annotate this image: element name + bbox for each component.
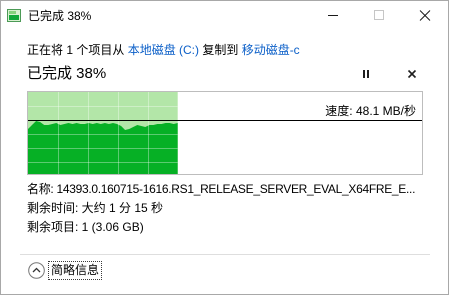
fewer-details-button[interactable]: 简略信息 <box>27 259 111 283</box>
maximize-icon <box>374 10 384 20</box>
minimize-icon <box>328 15 338 16</box>
file-name: 名称: 14393.0.160715-1616.RS1_RELEASE_SERV… <box>27 182 416 196</box>
footer-divider <box>20 254 430 255</box>
pause-button[interactable] <box>355 63 377 85</box>
speed-history-area <box>28 121 178 174</box>
operation-prefix: 正在将 1 个项目从 <box>27 43 128 57</box>
close-button[interactable] <box>402 1 448 31</box>
copy-progress-dialog: 已完成 38% 正在将 1 个项目从 本地磁盘 (C:) 复制到 移动磁盘-c … <box>0 0 449 295</box>
progress-label: 已完成 38% <box>27 65 107 82</box>
operation-connector: 复制到 <box>199 43 242 57</box>
destination-link[interactable]: 移动磁盘-c <box>242 43 300 57</box>
cancel-icon <box>407 69 417 79</box>
items-remaining: 剩余项目: 1 (3.06 GB) <box>27 220 144 234</box>
operation-description: 正在将 1 个项目从 本地磁盘 (C:) 复制到 移动磁盘-c <box>27 42 300 58</box>
time-remaining: 剩余时间: 大约 1 分 15 秒 <box>27 201 164 215</box>
cancel-button[interactable] <box>401 63 423 85</box>
speed-graph: 速度: 48.1 MB/秒 <box>27 91 423 175</box>
close-icon <box>419 10 431 21</box>
minimize-button[interactable] <box>310 1 356 31</box>
fewer-details-label: 简略信息 <box>48 261 103 280</box>
pause-icon <box>363 70 369 78</box>
source-link[interactable]: 本地磁盘 (C:) <box>128 43 199 57</box>
window-title: 已完成 38% <box>28 9 92 23</box>
maximize-button[interactable] <box>356 1 402 31</box>
speed-label: 速度: 48.1 MB/秒 <box>325 104 416 118</box>
file-copy-progress-icon <box>7 9 21 22</box>
chevron-up-circle-icon <box>28 262 45 279</box>
title-bar[interactable]: 已完成 38% <box>1 1 448 31</box>
